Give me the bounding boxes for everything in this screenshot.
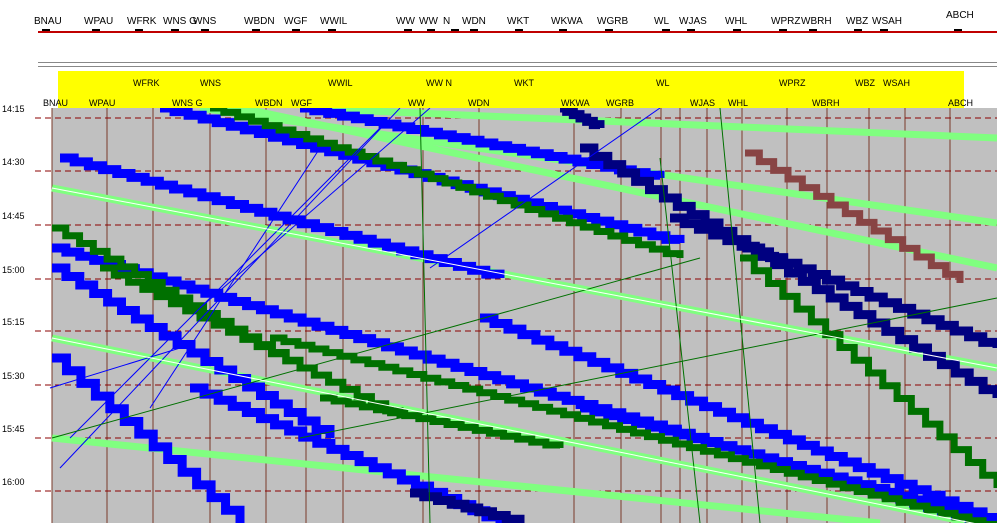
header-station-label: WHL	[728, 98, 748, 108]
header-station-label: WFRK	[133, 78, 160, 88]
station-marker	[779, 29, 787, 31]
header-station-label: WNS	[200, 78, 221, 88]
station-label: BNAU	[34, 16, 62, 27]
station-label: WNS G	[163, 16, 197, 27]
header-station-label: WJAS	[690, 98, 716, 108]
station-marker	[733, 29, 741, 31]
station-label: WWIL	[320, 16, 348, 27]
header-station-label: WGF	[291, 98, 312, 108]
station-label: WW	[396, 16, 415, 27]
station-marker	[605, 29, 613, 31]
header-station-label: WPRZ	[779, 78, 806, 88]
station-label: WKT	[507, 16, 530, 27]
header-station-label: WDN	[468, 98, 490, 108]
station-marker	[809, 29, 817, 31]
station-marker	[92, 29, 100, 31]
station-marker	[687, 29, 695, 31]
station-label: WNS	[193, 16, 217, 27]
station-marker	[42, 29, 50, 31]
station-label: WFRK	[127, 16, 157, 27]
station-label: WGRB	[597, 16, 629, 27]
time-label: 15:00	[2, 265, 25, 275]
station-label: WL	[654, 16, 669, 27]
time-label: 14:45	[2, 211, 25, 221]
header-station-label: WKT	[514, 78, 534, 88]
station-label: WSAH	[872, 16, 902, 27]
station-header-band: WFRK WNS WWIL WW N WKT WL WPRZ WBZ WSAH BNAU WPAU W…	[43, 71, 973, 109]
station-marker	[662, 29, 670, 31]
header-station-label: WBDN	[255, 98, 283, 108]
station-label: WJAS	[679, 16, 707, 27]
header-station-label: WPAU	[89, 98, 116, 108]
station-marker	[171, 29, 179, 31]
time-label: 15:15	[2, 317, 25, 327]
station-marker	[201, 29, 209, 31]
header-station-label: WKWA	[561, 98, 590, 108]
header-station-label: ABCH	[948, 98, 974, 108]
time-label: 14:30	[2, 157, 25, 167]
time-label: 16:00	[2, 477, 25, 487]
station-label: WPRZ	[771, 16, 801, 27]
station-label: WBZ	[846, 16, 869, 27]
timetable-graph[interactable]	[0, 64, 997, 528]
header-station-label: BNAU	[43, 98, 69, 108]
track-line	[38, 31, 997, 33]
header-station-label: WL	[656, 78, 670, 88]
route-schematic: BNAU WPAU WFRK WNS G WNS WBDN WGF WWIL WW WW N WDN W…	[0, 0, 997, 62]
station-marker	[252, 29, 260, 31]
station-marker	[880, 29, 888, 31]
station-label: WGF	[284, 16, 308, 27]
header-station-label: WBRH	[812, 98, 840, 108]
header-station-label: WBZ	[855, 78, 875, 88]
station-marker	[451, 29, 459, 31]
header-station-label: WW N	[426, 78, 452, 88]
station-marker	[854, 29, 862, 31]
station-label: WBRH	[801, 16, 832, 27]
time-label: 14:15	[2, 104, 25, 114]
header-station-label: WWIL	[328, 78, 353, 88]
station-marker	[954, 29, 962, 31]
station-label: WPAU	[84, 16, 114, 27]
station-label: WW	[419, 16, 438, 27]
station-label: N	[443, 16, 451, 27]
station-label: WKWA	[551, 16, 583, 27]
train-graph-canvas[interactable]	[0, 64, 997, 528]
separator-line	[38, 62, 997, 63]
station-marker	[559, 29, 567, 31]
station-marker	[404, 29, 412, 31]
station-marker	[427, 29, 435, 31]
header-station-label: WNS G	[172, 98, 203, 108]
header-station-label: WGRB	[606, 98, 634, 108]
station-marker	[515, 29, 523, 31]
separator-line	[38, 66, 997, 67]
header-station-label: WSAH	[883, 78, 910, 88]
time-label: 15:30	[2, 371, 25, 381]
station-label: ABCH	[946, 10, 974, 21]
header-station-label: WW	[408, 98, 425, 108]
station-marker	[470, 29, 478, 31]
station-label: WHL	[725, 16, 748, 27]
station-marker	[135, 29, 143, 31]
station-marker	[292, 29, 300, 31]
station-label: WDN	[462, 16, 486, 27]
station-label: WBDN	[244, 16, 275, 27]
station-marker	[328, 29, 336, 31]
time-label: 15:45	[2, 424, 25, 434]
